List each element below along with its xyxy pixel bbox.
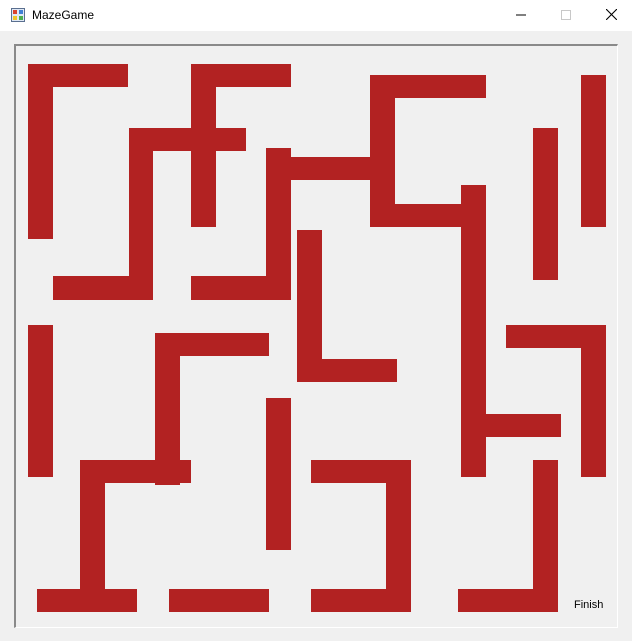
app-window-icon [11,8,25,22]
maze-wall[interactable] [297,359,397,382]
maze-wall[interactable] [311,589,411,612]
finish-label: Finish [574,599,604,611]
maze-wall[interactable] [581,325,606,477]
maze-wall[interactable] [461,414,561,437]
minimize-icon [516,7,526,25]
maze-wall[interactable] [169,589,269,612]
close-button[interactable] [588,0,632,31]
maze-game-window: MazeGame Finish [0,0,632,641]
maze-wall[interactable] [458,589,558,612]
maze-wall[interactable] [28,64,53,239]
maximize-button [543,0,589,31]
maze-wall[interactable] [191,276,291,300]
maximize-icon [561,7,571,25]
maze-wall[interactable] [37,589,137,612]
maze-wall[interactable] [129,128,153,300]
maze-wall[interactable] [533,128,558,280]
maze-wall[interactable] [581,75,606,227]
window-title: MazeGame [32,8,95,22]
maze-wall[interactable] [53,276,153,300]
minimize-button[interactable] [498,0,544,31]
title-bar[interactable]: MazeGame [0,0,632,31]
maze-wall[interactable] [28,325,53,477]
close-icon [605,7,617,25]
maze-wall[interactable] [266,398,291,550]
